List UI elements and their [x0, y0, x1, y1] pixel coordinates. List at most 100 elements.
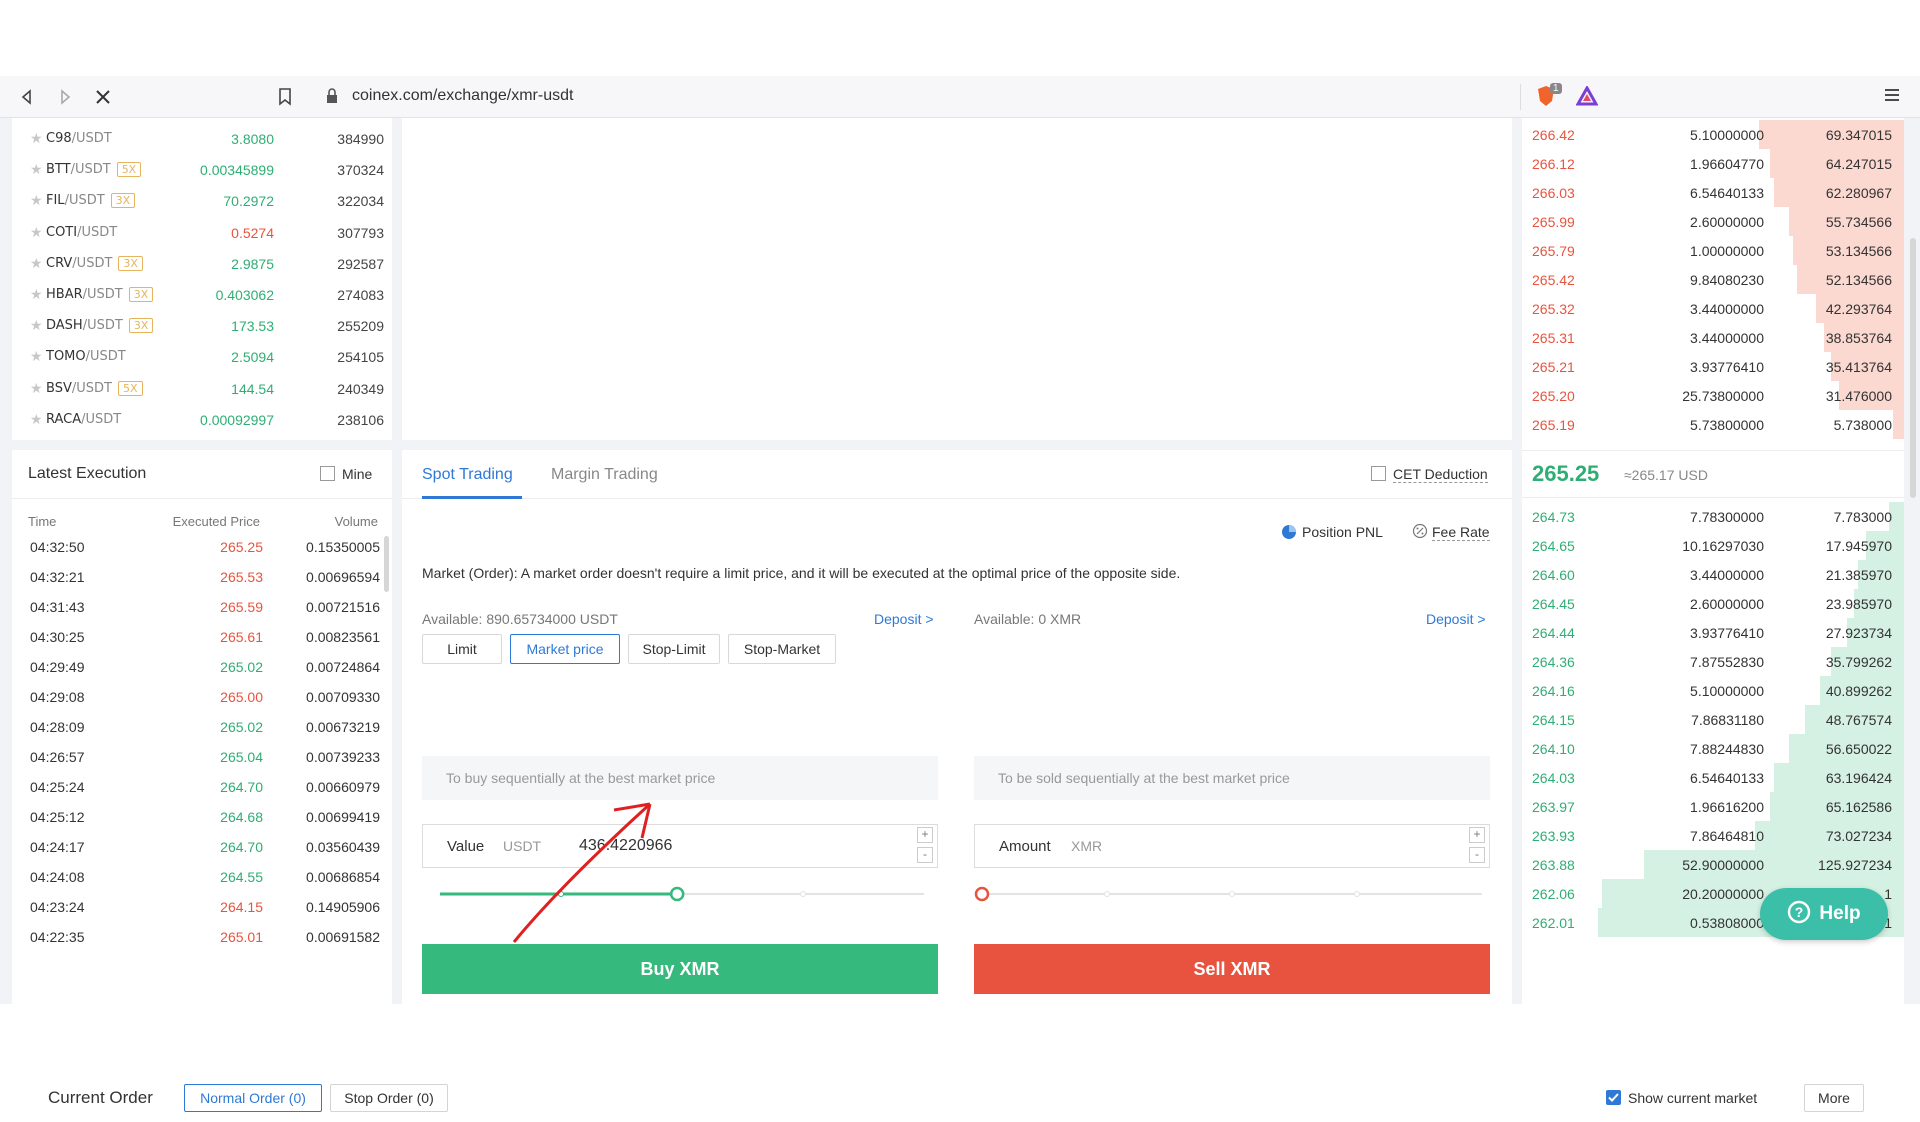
forward-icon[interactable] — [52, 84, 78, 110]
ask-row[interactable]: 265.19 5.73800000 5.738000 — [1522, 410, 1904, 439]
order-total: 125.927234 — [1818, 857, 1892, 873]
show-current-market-checkbox[interactable] — [1606, 1090, 1621, 1105]
cet-deduction-label[interactable]: CET Deduction — [1393, 466, 1488, 483]
back-icon[interactable] — [14, 84, 40, 110]
cet-deduction-checkbox[interactable] — [1371, 466, 1386, 481]
address-bar-url[interactable]: coinex.com/exchange/xmr-usdt — [352, 87, 573, 105]
favorite-star-icon[interactable]: ★ — [30, 130, 43, 147]
brave-rewards-icon[interactable] — [1575, 84, 1599, 111]
order-type-stop-market[interactable]: Stop-Market — [728, 634, 836, 664]
order-price: 264.73 — [1532, 509, 1575, 525]
normal-order-tab[interactable]: Normal Order (0) — [184, 1084, 322, 1112]
help-button[interactable]: ? Help — [1760, 888, 1888, 940]
page-scrollbar[interactable] — [1910, 238, 1916, 498]
ask-row[interactable]: 266.03 6.54640133 62.280967 — [1522, 178, 1904, 207]
ask-row[interactable]: 265.79 1.00000000 53.134566 — [1522, 236, 1904, 265]
market-row[interactable]: ★ BSV/USDT 5X 144.54 240349 — [12, 373, 392, 404]
bookmark-icon[interactable] — [272, 84, 298, 110]
bid-row[interactable]: 264.03 6.54640133 63.196424 — [1522, 763, 1904, 792]
slider-step[interactable] — [1104, 891, 1110, 897]
slider-handle[interactable] — [669, 886, 685, 902]
tab-spot-trading[interactable]: Spot Trading — [422, 466, 513, 484]
bid-row[interactable]: 264.73 7.78300000 7.783000 — [1522, 502, 1904, 531]
market-row[interactable]: ★ DASH/USDT 3X 173.53 255209 — [12, 310, 392, 341]
market-row[interactable]: ★ HBAR/USDT 3X 0.403062 274083 — [12, 279, 392, 310]
market-row[interactable]: ★ CRV/USDT 3X 2.9875 292587 — [12, 248, 392, 279]
execution-row: 04:31:43 265.59 0.00721516 — [12, 592, 392, 622]
ask-row[interactable]: 265.99 2.60000000 55.734566 — [1522, 207, 1904, 236]
market-row[interactable]: ★ TOMO/USDT 2.5094 254105 — [12, 341, 392, 372]
mine-checkbox[interactable] — [320, 466, 335, 481]
stop-loading-icon[interactable] — [90, 84, 116, 110]
market-pair: HBAR/USDT 3X — [46, 287, 154, 302]
bid-row[interactable]: 264.60 3.44000000 21.385970 — [1522, 560, 1904, 589]
time-header: Time — [28, 514, 57, 529]
order-amount: 3.44000000 — [1690, 330, 1764, 346]
ask-row[interactable]: 265.21 3.93776410 35.413764 — [1522, 352, 1904, 381]
sell-amount-slider[interactable] — [974, 884, 1490, 904]
bid-row[interactable]: 263.93 7.86464810 73.027234 — [1522, 821, 1904, 850]
execution-time: 04:29:49 — [30, 659, 85, 675]
order-type-market[interactable]: Market price — [510, 634, 620, 664]
ask-row[interactable]: 265.42 9.84080230 52.134566 — [1522, 265, 1904, 294]
favorite-star-icon[interactable]: ★ — [30, 317, 43, 334]
sell-deposit-link[interactable]: Deposit > — [1426, 611, 1486, 627]
bid-row[interactable]: 264.10 7.88244830 56.650022 — [1522, 734, 1904, 763]
bid-row[interactable]: 264.65 10.16297030 17.945970 — [1522, 531, 1904, 560]
amount-unit: XMR — [1071, 838, 1103, 854]
fee-rate-link[interactable]: Fee Rate — [1432, 524, 1490, 541]
order-type-stop-limit[interactable]: Stop-Limit — [628, 634, 720, 664]
execution-time: 04:24:17 — [30, 839, 85, 855]
favorite-star-icon[interactable]: ★ — [30, 348, 43, 365]
amount-increment-button[interactable]: + — [1469, 827, 1485, 843]
market-pair: RACA/USDT — [46, 412, 121, 427]
slider-handle[interactable] — [974, 886, 990, 902]
market-row[interactable]: ★ BTT/USDT 5X 0.00345899 370324 — [12, 154, 392, 185]
sell-amount-input[interactable]: Amount XMR + - — [974, 824, 1490, 868]
more-button[interactable]: More — [1804, 1084, 1864, 1112]
favorite-star-icon[interactable]: ★ — [30, 380, 43, 397]
market-row[interactable]: ★ C98/USDT 3.8080 384990 — [12, 123, 392, 154]
buy-deposit-link[interactable]: Deposit > — [874, 611, 934, 627]
favorite-star-icon[interactable]: ★ — [30, 192, 43, 209]
ask-row[interactable]: 265.32 3.44000000 42.293764 — [1522, 294, 1904, 323]
market-row[interactable]: ★ FIL/USDT 3X 70.2972 322034 — [12, 185, 392, 216]
amount-decrement-button[interactable]: - — [1469, 847, 1485, 863]
bid-row[interactable]: 264.16 5.10000000 40.899262 — [1522, 676, 1904, 705]
sell-xmr-button[interactable]: Sell XMR — [974, 944, 1490, 994]
ask-row[interactable]: 266.42 5.10000000 69.347015 — [1522, 120, 1904, 149]
favorite-star-icon[interactable]: ★ — [30, 411, 43, 428]
slider-step[interactable] — [800, 891, 806, 897]
order-type-limit[interactable]: Limit — [422, 634, 502, 664]
ask-row[interactable]: 265.20 25.73800000 31.476000 — [1522, 381, 1904, 410]
market-row[interactable]: ★ COTI/USDT 0.5274 307793 — [12, 217, 392, 248]
bid-row[interactable]: 264.44 3.93776410 27.923734 — [1522, 618, 1904, 647]
favorite-star-icon[interactable]: ★ — [30, 255, 43, 272]
market-volume: 255209 — [337, 318, 384, 335]
ask-row[interactable]: 266.12 1.96604770 64.247015 — [1522, 149, 1904, 178]
pair-quote: /USDT — [77, 224, 118, 240]
value-decrement-button[interactable]: - — [917, 847, 933, 863]
bid-row[interactable]: 263.88 52.90000000 125.927234 — [1522, 850, 1904, 879]
buy-xmr-button[interactable]: Buy XMR — [422, 944, 938, 994]
value-increment-button[interactable]: + — [917, 827, 933, 843]
ask-row[interactable]: 265.31 3.44000000 38.853764 — [1522, 323, 1904, 352]
bid-row[interactable]: 264.45 2.60000000 23.985970 — [1522, 589, 1904, 618]
bid-row[interactable]: 264.36 7.87552830 35.799262 — [1522, 647, 1904, 676]
favorite-star-icon[interactable]: ★ — [30, 161, 43, 178]
stop-order-tab[interactable]: Stop Order (0) — [330, 1084, 448, 1112]
price-chart[interactable] — [402, 118, 1512, 440]
slider-step[interactable] — [1354, 891, 1360, 897]
bid-row[interactable]: 263.97 1.96616200 65.162586 — [1522, 792, 1904, 821]
slider-step[interactable] — [1229, 891, 1235, 897]
execution-price: 264.70 — [220, 779, 263, 795]
menu-icon[interactable] — [1884, 87, 1900, 108]
market-pair: BSV/USDT 5X — [46, 380, 143, 396]
favorite-star-icon[interactable]: ★ — [30, 224, 43, 241]
favorite-star-icon[interactable]: ★ — [30, 286, 43, 303]
market-row[interactable]: ★ RACA/USDT 0.00092997 238106 — [12, 404, 392, 435]
tab-margin-trading[interactable]: Margin Trading — [551, 466, 658, 484]
bid-row[interactable]: 264.15 7.86831180 48.767574 — [1522, 705, 1904, 734]
order-price: 265.20 — [1532, 388, 1575, 404]
position-pnl-link[interactable]: Position PNL — [1302, 524, 1383, 540]
